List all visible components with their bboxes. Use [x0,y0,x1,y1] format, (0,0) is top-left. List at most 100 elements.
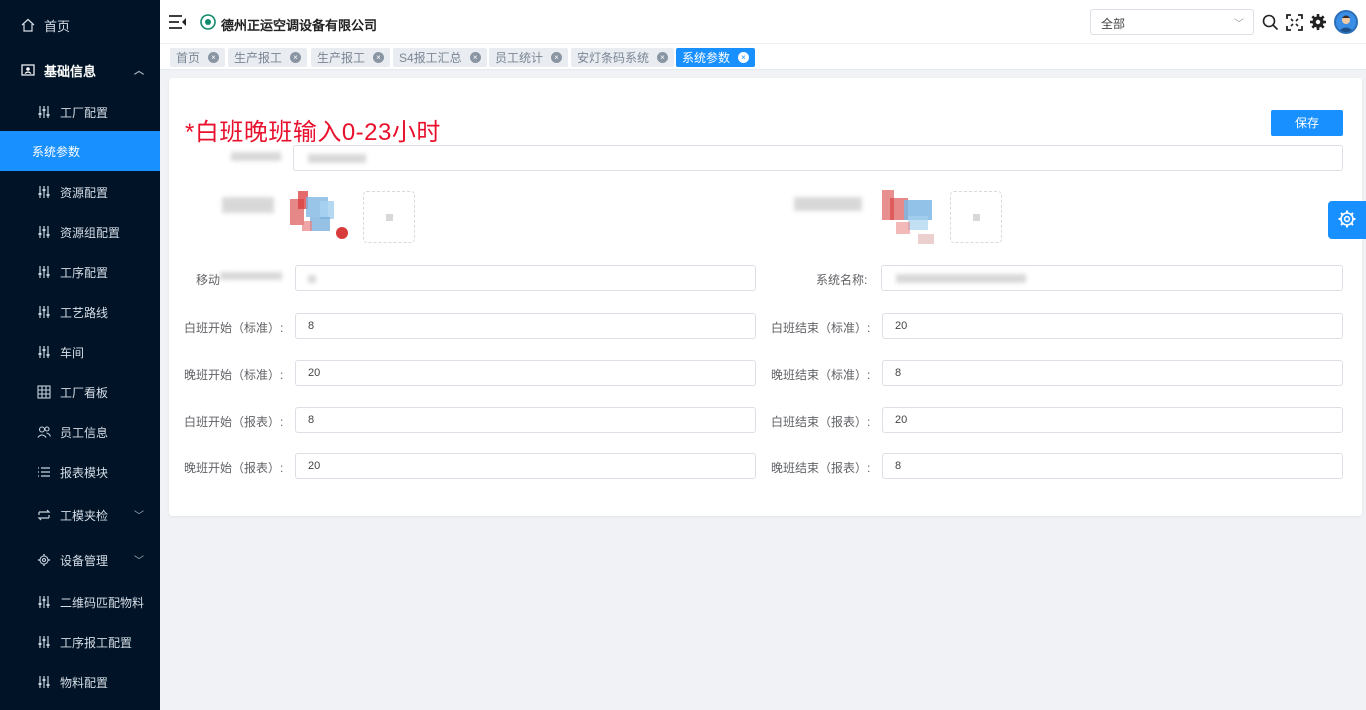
sidebar-item-2[interactable]: 系统参数 [0,131,160,171]
shift-input[interactable]: 8 [295,313,756,339]
close-tab-icon[interactable]: × [208,52,220,63]
sidebar-item-3[interactable]: 资源配置 [0,172,160,212]
sidebar-item-label: 工序报工配置 [60,635,133,650]
sidebar-item-label: 工序配置 [60,265,109,280]
sidebar-item-label: 基础信息 [44,63,97,79]
sidebar-item-1[interactable]: 工厂配置 [0,92,160,132]
logo-image [878,186,940,249]
sliders-icon [36,634,52,650]
sidebar-item-label: 首页 [44,18,71,34]
upload-box[interactable] [950,191,1002,243]
sidebar-item-4[interactable]: 资源组配置 [0,212,160,252]
sidebar-item-10[interactable]: 报表模块 [0,452,160,492]
mobile-label-text: 移动 [196,273,221,287]
upload-placeholder [386,214,393,221]
shift-input[interactable]: 20 [882,313,1343,339]
sliders-icon [36,344,52,360]
shift-input[interactable]: 20 [295,453,756,479]
settings-icon[interactable] [1308,12,1328,32]
shift-label: 白班结束（报表）: [771,415,871,429]
save-button[interactable]: 保存 [1271,110,1343,136]
upload-box[interactable] [363,191,415,243]
sidebar-item-11[interactable]: 工模夹检 ﹀ [0,495,160,535]
redacted-label [222,197,274,213]
tab-label: 首页 [176,51,201,65]
redacted-label [220,272,282,280]
sidebar-item-13[interactable]: 二维码匹配物料 [0,582,160,622]
gear-icon [36,552,52,568]
tab-3[interactable]: 生产报工 × [311,48,391,67]
menu-toggle-icon[interactable] [168,13,188,31]
sidebar-item-9[interactable]: 员工信息 [0,412,160,452]
shift-input[interactable]: 8 [882,360,1343,386]
sidebar-item-8[interactable]: 工厂看板 [0,372,160,412]
close-tab-icon[interactable]: × [738,52,750,63]
close-tab-icon[interactable]: × [551,52,563,63]
sidebar-item-7[interactable]: 车间 [0,332,160,372]
sidebar-item-14[interactable]: 工序报工配置 [0,622,160,662]
shift-label: 白班结束（标准）: [771,321,871,335]
sidebar-item-label: 资源组配置 [60,225,121,240]
sidebar-item-label: 二维码匹配物料 [60,595,145,610]
tab-label: 员工统计 [495,51,544,65]
tab-bar: 首页 × 生产报工 × 生产报工 × S4报工汇总 × 员工统计 × 安灯条码系统 × 系统参数 × [160,44,1366,70]
search-icon[interactable] [1260,12,1280,32]
upload-placeholder [973,214,980,221]
close-tab-icon[interactable]: × [373,52,385,63]
sidebar-item-15[interactable]: 物料配置 [0,662,160,702]
sidebar-item-label: 物料配置 [60,675,109,690]
tab-6[interactable]: 安灯条码系统 × [571,48,675,67]
users-icon [36,424,52,440]
shift-input[interactable]: 8 [882,453,1343,479]
redacted-field[interactable] [293,145,1343,171]
tab-1[interactable]: 首页 × [170,48,226,67]
close-tab-icon[interactable]: × [469,52,481,63]
mobile-field[interactable] [295,265,756,291]
shift-input[interactable]: 20 [295,360,756,386]
tab-5[interactable]: 员工统计 × [489,48,569,67]
gear-icon [1337,209,1357,232]
list-icon [36,464,52,480]
sidebar-item-6[interactable]: 工艺路线 [0,292,160,332]
shift-label: 白班开始（标准）: [184,321,284,335]
floating-settings-button[interactable] [1328,201,1366,239]
home-icon [20,17,36,33]
shift-label: 晚班开始（报表）: [184,461,284,475]
system-name-label: 系统名称: [816,273,868,287]
tab-4[interactable]: S4报工汇总 × [393,48,487,67]
sidebar-item-label: 车间 [60,345,85,360]
tab-7[interactable]: 系统参数 × [676,48,756,67]
scope-select-value: 全部 [1101,17,1126,31]
company-name: 德州正运空调设备有限公司 [221,18,378,33]
sidebar-item-basic-info[interactable]: 基础信息 ︿ [0,50,160,90]
chevron-up-icon: ︿ [134,66,144,77]
sliders-icon [36,304,52,320]
system-name-field[interactable] [881,265,1343,291]
sidebar-item-label: 员工信息 [60,425,109,440]
tab-label: S4报工汇总 [399,51,462,65]
user-avatar[interactable] [1334,10,1358,34]
notice-text: *白班晚班输入0-23小时 [185,119,441,146]
shift-label: 白班开始（报表）: [184,415,284,429]
shift-input[interactable]: 20 [882,407,1343,433]
fullscreen-icon[interactable] [1284,12,1304,32]
sidebar-item-12[interactable]: 设备管理 ﹀ [0,540,160,580]
redacted-label [794,197,862,211]
company-logo-icon [200,14,216,30]
dashboard-icon [36,384,52,400]
close-tab-icon[interactable]: × [657,52,669,63]
tab-2[interactable]: 生产报工 × [228,48,308,67]
sliders-icon [36,594,52,610]
sidebar-item-label: 系统参数 [32,144,81,159]
sidebar-item-label: 工艺路线 [60,305,109,320]
shift-input[interactable]: 8 [295,407,756,433]
redacted-value [308,154,366,163]
close-tab-icon[interactable]: × [290,52,302,63]
id-card-icon [20,62,36,78]
header: 德州正运空调设备有限公司 全部 ﹀ [160,0,1366,44]
sidebar-item-home[interactable]: 首页 [0,5,160,45]
scope-select[interactable]: 全部 ﹀ [1090,9,1254,35]
sidebar-item-5[interactable]: 工序配置 [0,252,160,292]
sidebar-item-label: 工厂看板 [60,385,109,400]
sidebar-item-label: 设备管理 [60,553,109,568]
